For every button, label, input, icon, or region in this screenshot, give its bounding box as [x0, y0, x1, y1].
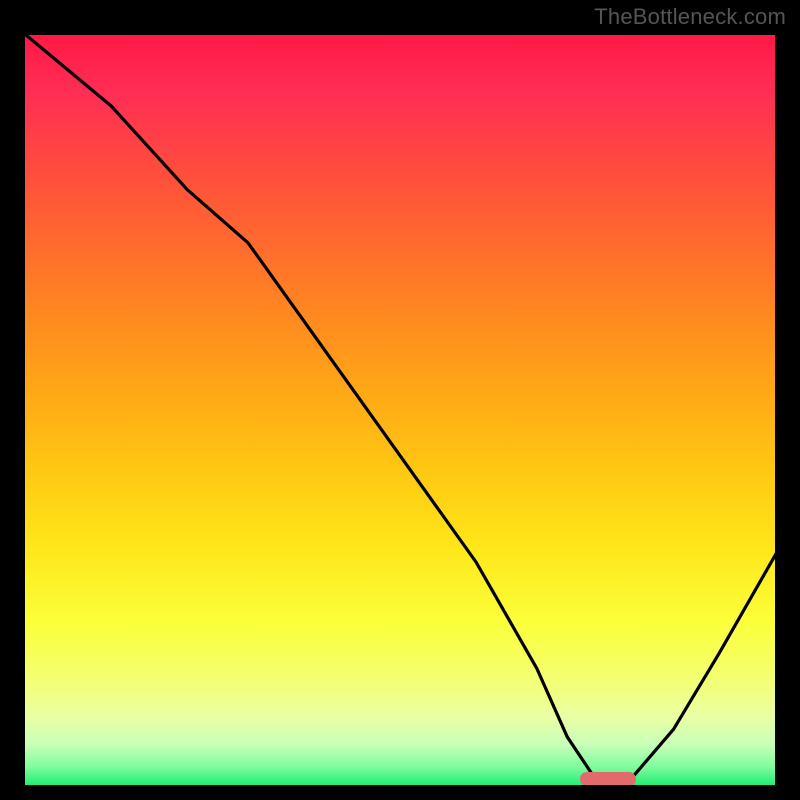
- plot-area: [20, 30, 780, 790]
- optimal-marker: [580, 772, 636, 786]
- plot-bottom-border: [20, 785, 780, 790]
- chart-container: TheBottleneck.com: [0, 0, 800, 800]
- background-gradient: [20, 30, 780, 790]
- watermark-text: TheBottleneck.com: [594, 4, 786, 30]
